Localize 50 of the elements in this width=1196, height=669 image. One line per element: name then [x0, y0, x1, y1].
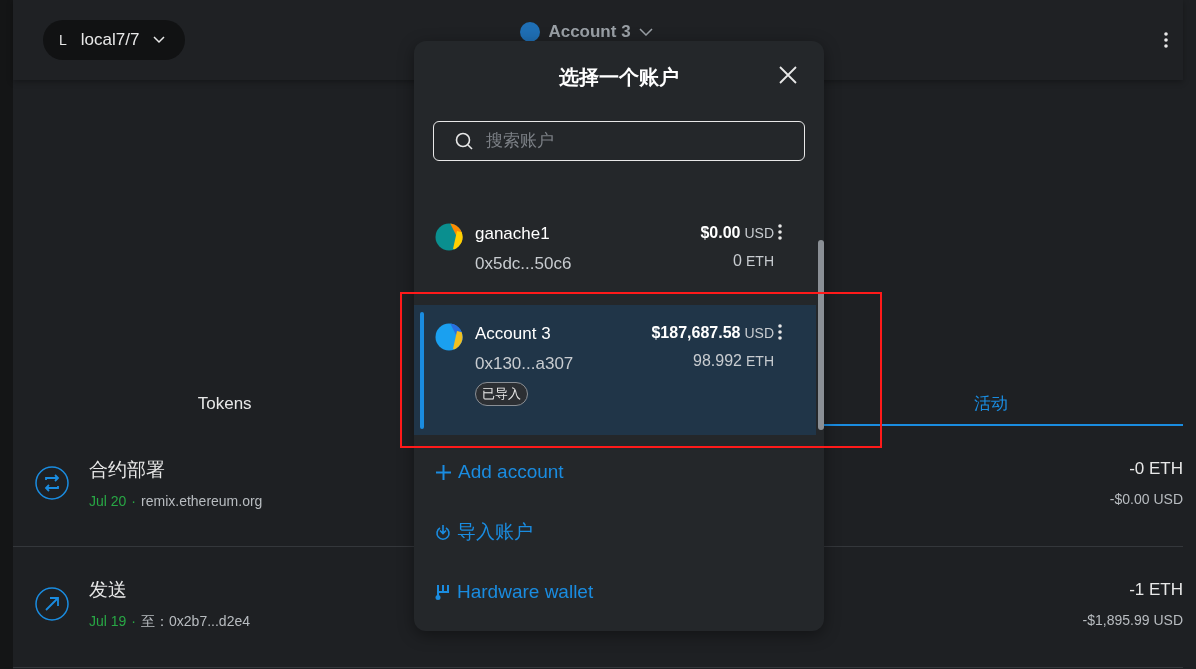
activity-date: Jul 20	[89, 493, 127, 509]
account-name: Account 3	[475, 324, 552, 344]
more-icon[interactable]	[777, 223, 783, 241]
fiat-balance: $187,687.58	[651, 324, 741, 342]
account-name: ganache1	[475, 224, 551, 244]
account-address: 0x130...a307	[475, 354, 575, 374]
account-selector[interactable]: Account 3	[520, 22, 653, 42]
close-icon	[778, 65, 798, 85]
activity-detail: remix.ethereum.org	[141, 493, 263, 509]
more-icon[interactable]	[1163, 31, 1169, 49]
activity-title: 合约部署	[89, 458, 165, 482]
eth-balance: 98.992	[693, 352, 742, 370]
tab[interactable]: Tokens	[33, 380, 417, 426]
currency-unit: USD	[744, 325, 774, 341]
activity-detail: 至：0x2b7...d2e4	[141, 613, 250, 631]
fiat-amount: -$0.00 USD	[1109, 491, 1183, 507]
amount-text: -1 ETH	[1129, 580, 1183, 600]
activity-date: Jul 19	[89, 613, 127, 631]
avatar-icon	[435, 223, 463, 251]
imported-tag: 已导入	[475, 382, 528, 406]
separator-dot: ·	[131, 493, 137, 509]
avatar-icon	[435, 323, 463, 351]
action-link[interactable]: Add account	[435, 461, 564, 483]
plus-icon	[435, 463, 452, 481]
network-selector[interactable]: L local7/7	[43, 20, 186, 60]
amount-text: -0 ETH	[1129, 459, 1183, 479]
chevron-down-icon	[638, 28, 653, 36]
fiat-balance: $0.00	[700, 224, 741, 242]
account-row[interactable]: ganache1 0x5dc...50c6 $0.00 USD 0 ETH	[414, 205, 816, 301]
search-icon	[455, 132, 473, 150]
currency-unit: ETH	[746, 353, 774, 369]
swap-icon	[35, 466, 69, 500]
avatar-icon	[520, 22, 541, 42]
action-link[interactable]: 导入账户	[435, 519, 533, 545]
search-field[interactable]: 搜索账户	[433, 121, 805, 161]
more-icon[interactable]	[777, 323, 783, 341]
separator-dot: ·	[131, 613, 137, 631]
activity-title: 发送	[89, 578, 127, 602]
action-link[interactable]: Hardware wallet	[435, 581, 594, 603]
fiat-amount: -$1,895.99 USD	[1082, 612, 1183, 628]
account-row[interactable]: Account 3 0x130...a307 已导入 $187,687.58 USD 98.992 ETH	[414, 305, 816, 435]
account-address: 0x5dc...50c6	[475, 254, 573, 274]
currency-unit: USD	[744, 225, 774, 241]
scrollbar[interactable]	[818, 240, 824, 430]
dialog-title: 选择一个账户	[559, 64, 679, 90]
download-icon	[435, 524, 451, 540]
usb-icon	[435, 583, 451, 601]
chevron-down-icon	[153, 36, 166, 44]
currency-unit: ETH	[746, 253, 774, 269]
eth-balance: 0	[733, 252, 742, 270]
